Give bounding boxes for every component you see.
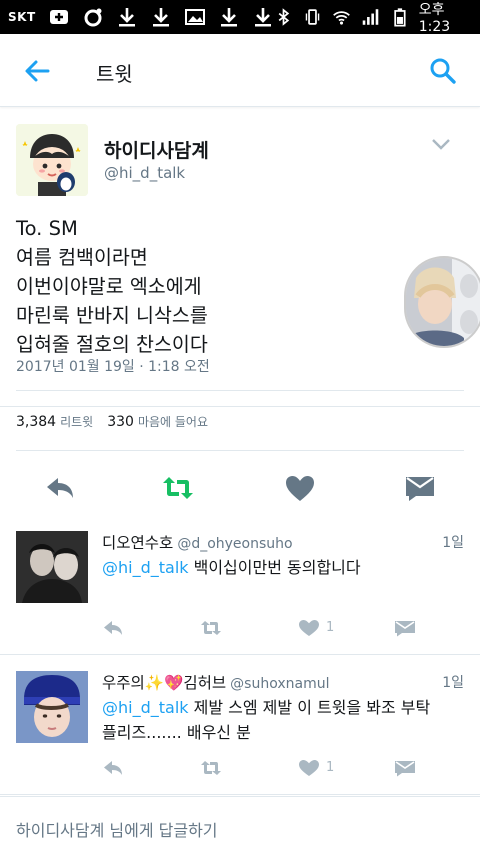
back-arrow-icon[interactable] [22, 56, 52, 86]
reply-compose-bar[interactable]: 하이디사담계 님에게 답글하기 [0, 796, 480, 853]
clock: 오후 1:23 [418, 2, 451, 35]
reply-icon[interactable] [102, 759, 124, 777]
retweet-stat[interactable]: 3,384 리트윗 [16, 413, 93, 430]
heart-icon[interactable] [284, 473, 316, 503]
avatar-photo [16, 671, 88, 743]
photo-image [406, 258, 480, 346]
bluetooth-icon [278, 8, 289, 26]
mention-link[interactable]: @hi_d_talk [102, 558, 189, 577]
search-icon[interactable] [428, 56, 458, 86]
avatar[interactable] [16, 124, 88, 196]
like-stat[interactable]: 330 마음에 들어요 [107, 413, 208, 430]
reply-author-handle[interactable]: @suhoxnamul [230, 676, 329, 692]
avatar[interactable] [16, 671, 88, 743]
tweet-stats: 3,384 리트윗 330 마음에 들어요 [16, 413, 208, 430]
signal-icon [362, 9, 378, 25]
reply-author-handle[interactable]: @d_ohyeonsuho [177, 536, 292, 552]
reply-text: @hi_d_talk 백이십이만번 동의합니다 [102, 555, 442, 580]
tweet-actions [0, 463, 480, 513]
reply-body: 백이십이만번 동의합니다 [188, 558, 361, 577]
download-icon [254, 8, 271, 27]
reply-actions: 1 [0, 619, 480, 643]
reply-text: @hi_d_talk 제발 스엠 제발 이 트윗을 봐조 부탁 플리즈.....… [102, 695, 442, 745]
page-title: 트윗 [96, 62, 133, 86]
tweet-photo[interactable] [404, 256, 480, 348]
reply-icon[interactable] [102, 619, 124, 637]
reply-header: 디오연수호 @d_ohyeonsuho [102, 531, 293, 553]
sync-icon [84, 8, 102, 27]
carrier-label: SKT [8, 10, 36, 24]
heart-icon[interactable] [298, 619, 320, 637]
reply-like-count: 1 [326, 760, 335, 775]
reply-like-count: 1 [326, 620, 335, 635]
direct-message-icon[interactable] [394, 619, 416, 637]
mention-link[interactable]: @hi_d_talk [102, 698, 189, 717]
reply-time: 1일 [442, 675, 464, 691]
avatar-illustration [16, 124, 88, 196]
reply-header: 우주의✨💖김허브 @suhoxnamul [102, 671, 329, 693]
battery-icon [394, 8, 406, 27]
wifi-icon [332, 11, 350, 25]
retweet-icon[interactable] [200, 759, 222, 777]
divider [16, 390, 464, 391]
reply-item[interactable]: 우주의✨💖김허브 @suhoxnamul 1일 @hi_d_talk 제발 스엠 … [0, 655, 480, 795]
like-stat-label: 마음에 들어요 [137, 415, 209, 429]
retweet-icon[interactable] [162, 473, 194, 503]
reply-icon[interactable] [44, 473, 76, 503]
heart-icon[interactable] [298, 759, 320, 777]
vibrate-icon [305, 9, 319, 25]
message-icon [49, 10, 68, 24]
author-name[interactable]: 하이디사담계 [104, 136, 209, 163]
download-icon [220, 8, 237, 27]
retweet-stat-label: 리트윗 [60, 415, 94, 429]
direct-message-icon[interactable] [394, 759, 416, 777]
author-handle[interactable]: @hi_d_talk [104, 164, 185, 182]
gallery-icon [184, 9, 205, 25]
download-icon [152, 8, 169, 27]
tweet-timestamp: 2017년 01월 19일 · 1:18 오전 [16, 359, 210, 375]
divider [16, 450, 464, 451]
reply-author-name[interactable]: 우주의✨💖김허브 [102, 674, 226, 692]
retweet-count: 3,384 [16, 414, 57, 430]
reply-input-placeholder[interactable]: 하이디사담계 님에게 답글하기 [16, 817, 218, 841]
reply-time: 1일 [442, 535, 464, 551]
direct-message-icon[interactable] [404, 473, 436, 503]
like-count: 330 [107, 414, 134, 430]
reply-item[interactable]: 디오연수호 @d_ohyeonsuho 1일 @hi_d_talk 백이십이만번 … [0, 515, 480, 655]
avatar[interactable] [16, 531, 88, 603]
divider [0, 406, 480, 407]
reply-author-name[interactable]: 디오연수호 [102, 534, 173, 552]
tweet-text: To. SM 여름 컴백이라면 이번이야말로 엑소에게 마린룩 반바지 니삭스를… [16, 217, 208, 356]
reply-actions: 1 [0, 759, 480, 783]
retweet-icon[interactable] [200, 619, 222, 637]
chevron-down-icon[interactable] [430, 136, 452, 152]
download-icon [118, 8, 135, 27]
status-bar: SKT 오후 1:23 [0, 0, 480, 35]
avatar-photo [16, 531, 88, 603]
app-bar: 트윗 [0, 34, 480, 107]
